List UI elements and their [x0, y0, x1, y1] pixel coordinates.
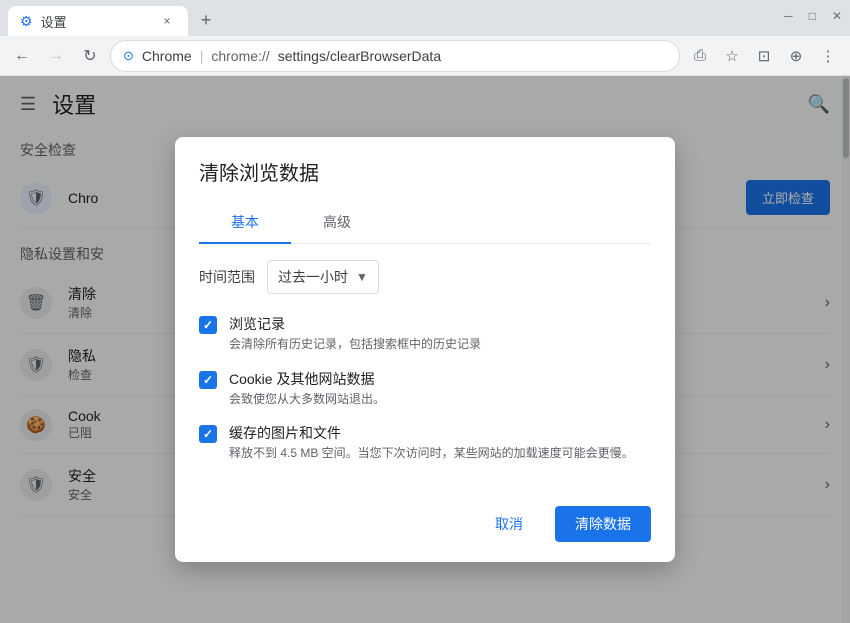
dialog-footer: 取消 清除数据 — [175, 494, 675, 562]
title-bar: ⚙ 设置 × + ─ □ ✕ — [0, 0, 850, 36]
checkbox-2[interactable]: ✓ — [199, 425, 217, 443]
url-brand: Chrome — [142, 48, 192, 64]
checkbox-1[interactable]: ✓ — [199, 371, 217, 389]
tab-basic[interactable]: 基本 — [199, 202, 291, 244]
url-separator: | — [200, 48, 204, 64]
checkmark-2: ✓ — [203, 427, 213, 441]
site-security-icon: ⊙ — [123, 48, 134, 64]
checkbox-text-0: 浏览记录 会清除所有历史记录，包括搜索框中的历史记录 — [229, 314, 481, 353]
clear-data-button[interactable]: 清除数据 — [555, 506, 651, 542]
checkmark-1: ✓ — [203, 373, 213, 387]
checkbox-desc-1: 会致使您从大多数网站退出。 — [229, 391, 385, 408]
forward-button[interactable]: → — [42, 42, 70, 70]
time-range-value: 过去一小时 — [278, 267, 348, 287]
cancel-button[interactable]: 取消 — [475, 506, 543, 542]
tab-advanced[interactable]: 高级 — [291, 202, 383, 244]
dialog-overlay: 清除浏览数据 基本 高级 时间范围 过去一小时 ▼ — [0, 76, 850, 623]
checkbox-title-2: 缓存的图片和文件 — [229, 423, 634, 443]
dropdown-arrow-icon: ▼ — [356, 270, 368, 284]
back-button[interactable]: ← — [8, 42, 36, 70]
dialog-header: 清除浏览数据 基本 高级 — [175, 137, 675, 244]
page-content: ☰ 设置 🔍 安全检查 🛡 Chro 立即检查 隐私设置和安 🗑 — [0, 76, 850, 623]
tab-close-button[interactable]: × — [158, 12, 176, 30]
checkmark-0: ✓ — [203, 318, 213, 332]
checkbox-text-2: 缓存的图片和文件 释放不到 4.5 MB 空间。当您下次访问时，某些网站的加载速… — [229, 423, 634, 462]
checkbox-title-1: Cookie 及其他网站数据 — [229, 369, 385, 389]
dialog-body: 时间范围 过去一小时 ▼ ✓ 浏览记录 会清除所有历史记录，包 — [175, 244, 675, 494]
checkbox-desc-2: 释放不到 4.5 MB 空间。当您下次访问时，某些网站的加载速度可能会更慢。 — [229, 445, 634, 462]
menu-button[interactable]: ⋮ — [814, 42, 842, 70]
dialog-title: 清除浏览数据 — [199, 157, 651, 186]
checkbox-0[interactable]: ✓ — [199, 316, 217, 334]
time-range-select[interactable]: 过去一小时 ▼ — [267, 260, 379, 294]
refresh-button[interactable]: ↻ — [76, 42, 104, 70]
bookmark-button[interactable]: ☆ — [718, 42, 746, 70]
checkbox-item-2: ✓ 缓存的图片和文件 释放不到 4.5 MB 空间。当您下次访问时，某些网站的加… — [199, 423, 651, 462]
url-scheme: chrome:// — [211, 48, 269, 64]
checkbox-text-1: Cookie 及其他网站数据 会致使您从大多数网站退出。 — [229, 369, 385, 408]
url-path: settings/clearBrowserData — [278, 48, 441, 64]
toolbar-actions: ⎙ ☆ ⊡ ⊕ ⋮ — [686, 42, 842, 70]
window-controls: ─ □ ✕ — [784, 9, 842, 23]
dialog-tabs: 基本 高级 — [199, 202, 651, 244]
browser-tab[interactable]: ⚙ 设置 × — [8, 6, 188, 36]
checkbox-item-0: ✓ 浏览记录 会清除所有历史记录，包括搜索框中的历史记录 — [199, 314, 651, 353]
address-bar[interactable]: ⊙ Chrome | chrome:// settings/clearBrowse… — [110, 40, 680, 72]
browser-window: ⚙ 设置 × + ─ □ ✕ ← → ↻ ⊙ Chrome | chrome:/… — [0, 0, 850, 623]
checkbox-title-0: 浏览记录 — [229, 314, 481, 334]
share-button[interactable]: ⎙ — [686, 42, 714, 70]
checkbox-desc-0: 会清除所有历史记录，包括搜索框中的历史记录 — [229, 336, 481, 353]
reader-mode-button[interactable]: ⊡ — [750, 42, 778, 70]
toolbar: ← → ↻ ⊙ Chrome | chrome:// settings/clear… — [0, 36, 850, 76]
time-range-label: 时间范围 — [199, 267, 255, 287]
new-tab-button[interactable]: + — [192, 6, 220, 34]
checkbox-item-1: ✓ Cookie 及其他网站数据 会致使您从大多数网站退出。 — [199, 369, 651, 408]
tab-settings-icon: ⚙ — [20, 13, 33, 30]
profile-button[interactable]: ⊕ — [782, 42, 810, 70]
tab-label: 设置 — [41, 12, 67, 31]
clear-browser-data-dialog: 清除浏览数据 基本 高级 时间范围 过去一小时 ▼ — [175, 137, 675, 562]
time-range-row: 时间范围 过去一小时 ▼ — [199, 260, 651, 294]
window-close-button[interactable]: ✕ — [832, 9, 842, 23]
minimize-button[interactable]: ─ — [784, 9, 793, 23]
restore-button[interactable]: □ — [809, 9, 816, 23]
